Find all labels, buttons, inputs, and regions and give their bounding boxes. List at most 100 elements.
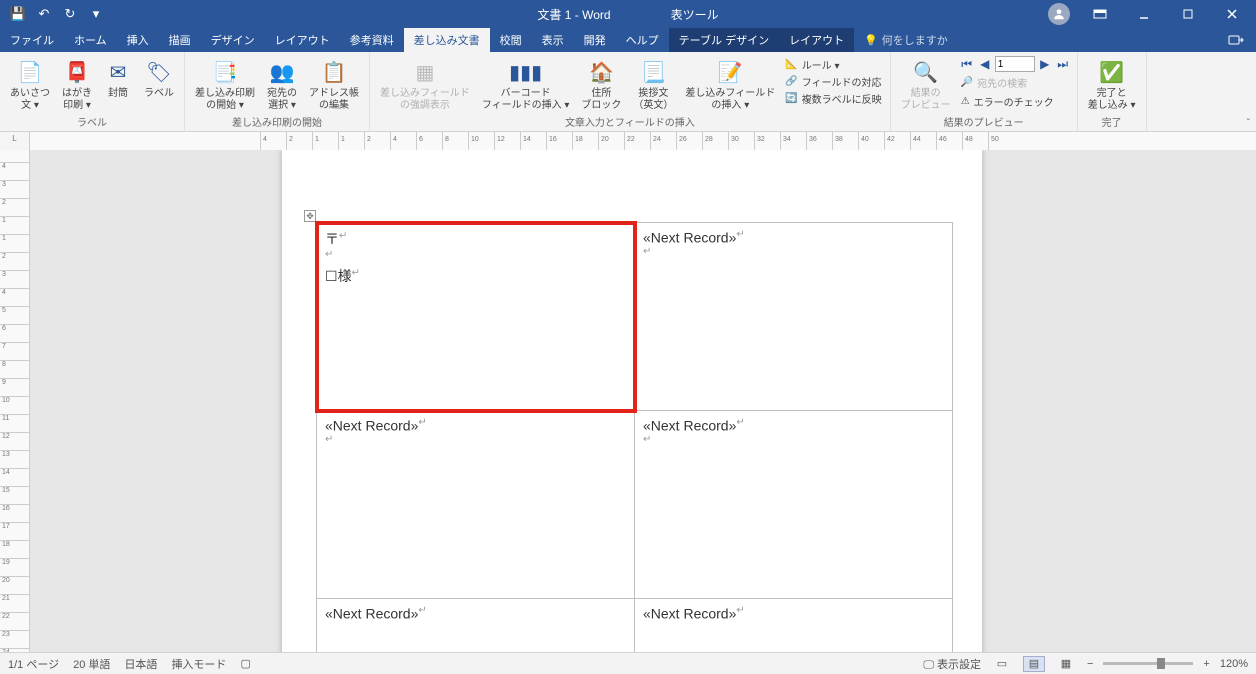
find-icon: 🔎 [961, 77, 973, 88]
finish-merge-button[interactable]: ✅完了と 差し込み ▾ [1084, 56, 1140, 113]
save-button[interactable]: 💾 [6, 2, 30, 26]
zoom-slider[interactable] [1103, 662, 1193, 665]
window-controls [1048, 0, 1256, 28]
edit-list-icon: 📋 [320, 58, 348, 86]
update-labels-button[interactable]: 🔄複数ラベルに反映 [783, 90, 883, 107]
macro-recording[interactable]: ▢ [240, 657, 250, 670]
zoom-out-button[interactable]: − [1087, 658, 1093, 670]
edit-recipient-list-button[interactable]: 📋アドレス帳 の編集 [305, 56, 363, 113]
prev-record-button[interactable]: ◀ [977, 56, 993, 72]
label-cell-2[interactable]: «Next Record»↵ ↵ [635, 223, 953, 411]
barcode-field-button[interactable]: ▮▮▮バーコード フィールドの挿入 ▾ [478, 56, 574, 113]
tell-me-search[interactable]: 💡 何をしますか [854, 28, 958, 52]
close-button[interactable] [1212, 0, 1252, 28]
rules-button[interactable]: 📐ルール ▾ [783, 56, 883, 73]
label-cell-6[interactable]: «Next Record»↵ [635, 599, 953, 653]
check-errors-button[interactable]: ⚠エラーのチェック [959, 93, 1071, 110]
paragraph-mark: ↵ [736, 229, 744, 240]
record-number-input[interactable] [995, 56, 1035, 72]
label-button[interactable]: 🏷ラベル [140, 56, 178, 102]
tab-file[interactable]: ファイル [0, 28, 64, 52]
tab-references[interactable]: 参考資料 [340, 28, 404, 52]
next-record-button[interactable]: ▶ [1037, 56, 1053, 72]
next-record-field: «Next Record» [643, 418, 736, 434]
first-record-button[interactable]: ⏮ [959, 56, 975, 72]
account-avatar[interactable] [1048, 3, 1070, 25]
tab-table-layout[interactable]: レイアウト [779, 28, 854, 52]
undo-icon: ↶ [39, 6, 50, 22]
collapse-ribbon-button[interactable]: ˇ [1247, 118, 1250, 129]
ruler-corner: L [0, 132, 30, 150]
finish-icon: ✅ [1098, 58, 1126, 86]
maximize-button[interactable] [1168, 0, 1208, 28]
group-start-label: 差し込み印刷の開始 [191, 113, 363, 131]
insert-merge-field-button[interactable]: 📝差し込みフィールド の挿入 ▾ [681, 56, 779, 113]
share-button[interactable] [1216, 28, 1256, 52]
barcode-icon: ▮▮▮ [512, 58, 540, 86]
ribbon-options-icon [1093, 9, 1107, 19]
insert-mode[interactable]: 挿入モード [171, 656, 226, 672]
tab-draw[interactable]: 描画 [159, 28, 201, 52]
paragraph-mark: ↵ [418, 605, 426, 616]
document-canvas[interactable]: ✥ 〒↵ ↵ ☐様↵ «Next Record»↵ ↵ «Next Recor [30, 150, 1256, 652]
label-table: 〒↵ ↵ ☐様↵ «Next Record»↵ ↵ «Next Record»↵… [316, 222, 953, 652]
word-count[interactable]: 20 単語 [73, 656, 110, 672]
group-write-label: 文章入力とフィールドの挿入 [376, 113, 884, 131]
label-cell-5[interactable]: «Next Record»↵ [317, 599, 635, 653]
start-mailmerge-button[interactable]: 📑差し込み印刷 の開始 ▾ [191, 56, 259, 113]
greetingline-icon: 📃 [639, 58, 667, 86]
last-record-button[interactable]: ⏭ [1055, 56, 1071, 72]
greeting-line-button[interactable]: 📃挨拶文 （英文） [629, 56, 677, 113]
zoom-slider-thumb[interactable] [1157, 658, 1165, 669]
zoom-in-button[interactable]: + [1203, 658, 1209, 670]
title-center: 文書 1 - Word 表ツール [537, 6, 718, 23]
lightbulb-icon: 💡 [864, 34, 878, 47]
share-icon [1228, 33, 1244, 47]
label-cell-1[interactable]: 〒↵ ↵ ☐様↵ [317, 223, 635, 411]
select-recipients-button[interactable]: 👥宛先の 選択 ▾ [263, 56, 301, 113]
ribbon-display-button[interactable] [1080, 0, 1120, 28]
tab-mailings[interactable]: 差し込み文書 [404, 28, 490, 52]
tab-help[interactable]: ヘルプ [616, 28, 669, 52]
print-layout-button[interactable]: ▤ [1023, 656, 1045, 672]
web-layout-button[interactable]: ▦ [1055, 656, 1077, 672]
highlight-icon: ▦ [411, 58, 439, 86]
tab-table-design[interactable]: テーブル デザイン [669, 28, 779, 52]
redo-button[interactable]: ↻ [58, 2, 82, 26]
page-count[interactable]: 1/1 ページ [8, 656, 59, 672]
display-settings-button[interactable]: 🖵 表示設定 [923, 656, 981, 672]
save-icon: 💾 [10, 6, 26, 22]
tab-view[interactable]: 表示 [532, 28, 574, 52]
next-record-field: «Next Record» [325, 418, 418, 434]
recipients-icon: 👥 [268, 58, 296, 86]
table-move-handle[interactable]: ✥ [304, 210, 316, 222]
chevron-down-icon: ▾ [93, 6, 100, 22]
tab-insert[interactable]: 挿入 [117, 28, 159, 52]
undo-button[interactable]: ↶ [32, 2, 56, 26]
tab-developer[interactable]: 開発 [574, 28, 616, 52]
tab-design[interactable]: デザイン [201, 28, 265, 52]
postcard-print-button[interactable]: 📮はがき 印刷 ▾ [58, 56, 96, 113]
postcard-icon: 📮 [63, 58, 91, 86]
close-icon [1226, 8, 1238, 20]
tab-home[interactable]: ホーム [64, 28, 117, 52]
minimize-button[interactable] [1124, 0, 1164, 28]
label-cell-4[interactable]: «Next Record»↵ ↵ [635, 411, 953, 599]
envelope-button[interactable]: ✉封筒 [100, 56, 136, 102]
language-status[interactable]: 日本語 [124, 656, 157, 672]
group-finish-label: 完了 [1084, 113, 1140, 131]
greeting-text-button[interactable]: 📄あいさつ 文 ▾ [6, 56, 54, 113]
horizontal-ruler[interactable]: 4211246810121416182022242628303234363840… [30, 132, 1256, 150]
address-block-button[interactable]: 🏠住所 ブロック [577, 56, 625, 113]
match-fields-button[interactable]: 🔗フィールドの対応 [783, 73, 883, 90]
zoom-level[interactable]: 120% [1220, 658, 1248, 670]
document-title: 文書 1 - Word [537, 6, 610, 23]
tab-review[interactable]: 校閲 [490, 28, 532, 52]
vertical-ruler[interactable]: 5432112345678910111213141516171819202122… [0, 150, 30, 652]
label-cell-3[interactable]: «Next Record»↵ ↵ [317, 411, 635, 599]
paragraph-mark: ↵ [736, 417, 744, 428]
qat-customize-button[interactable]: ▾ [84, 2, 108, 26]
tab-layout[interactable]: レイアウト [265, 28, 340, 52]
read-mode-button[interactable]: ▭ [991, 656, 1013, 672]
group-start-mailmerge: 📑差し込み印刷 の開始 ▾ 👥宛先の 選択 ▾ 📋アドレス帳 の編集 差し込み印… [185, 52, 370, 131]
